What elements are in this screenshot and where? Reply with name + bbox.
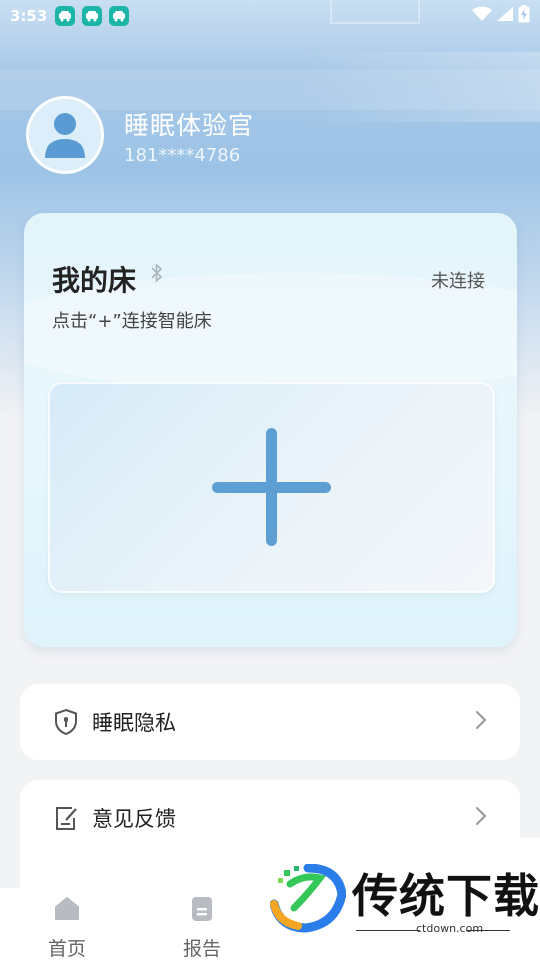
- watermark-line: [356, 930, 420, 931]
- nav-item-report[interactable]: 报告: [162, 888, 242, 960]
- bed-card-title: 我的床: [52, 264, 137, 297]
- watermark-line: [466, 930, 510, 931]
- bed-connection-status: 未连接: [431, 271, 485, 292]
- watermark-logo: [270, 864, 346, 933]
- menu-card: 睡眠隐私: [20, 684, 520, 760]
- nav-item-label: 报告: [182, 938, 221, 960]
- menu-item-sleep-privacy[interactable]: 睡眠隐私: [20, 684, 520, 760]
- app-notification-icon: [55, 6, 76, 26]
- my-bed-card: 我的床 未连接 点击“+”连接智能床: [24, 213, 517, 647]
- user-icon: [45, 113, 85, 158]
- chevron-right-icon: [474, 709, 488, 735]
- report-icon: [191, 896, 213, 924]
- watermark-url: ctdown.com: [416, 922, 484, 935]
- battery-icon: [518, 5, 530, 27]
- shield-icon: [52, 708, 80, 736]
- bed-connect-hint: 点击“+”连接智能床: [52, 311, 212, 332]
- avatar[interactable]: [26, 96, 104, 174]
- user-name: 睡眠体验官: [124, 111, 255, 140]
- chevron-right-icon: [474, 805, 488, 831]
- home-icon: [54, 896, 80, 924]
- status-bar: 3:53: [0, 0, 540, 32]
- signal-icon: [496, 6, 514, 26]
- feedback-edit-icon: [52, 804, 80, 832]
- watermark: 传统下载 ctdown.com: [266, 838, 540, 960]
- nav-item-label: 首页: [47, 938, 86, 960]
- watermark-text: 传统下载: [352, 869, 540, 923]
- add-bed-button[interactable]: [48, 382, 495, 593]
- menu-item-label: 睡眠隐私: [92, 711, 176, 735]
- user-phone: 181****4786: [124, 145, 241, 166]
- plus-icon: [212, 482, 331, 493]
- app-notification-icon: [82, 6, 103, 26]
- background-decoration: [300, 52, 540, 122]
- nav-item-home[interactable]: 首页: [27, 888, 107, 960]
- app-notification-icon: [109, 6, 130, 26]
- status-time: 3:53: [10, 7, 48, 25]
- bluetooth-icon: [150, 263, 164, 287]
- menu-item-label: 意见反馈: [92, 807, 176, 831]
- wifi-icon: [472, 6, 492, 26]
